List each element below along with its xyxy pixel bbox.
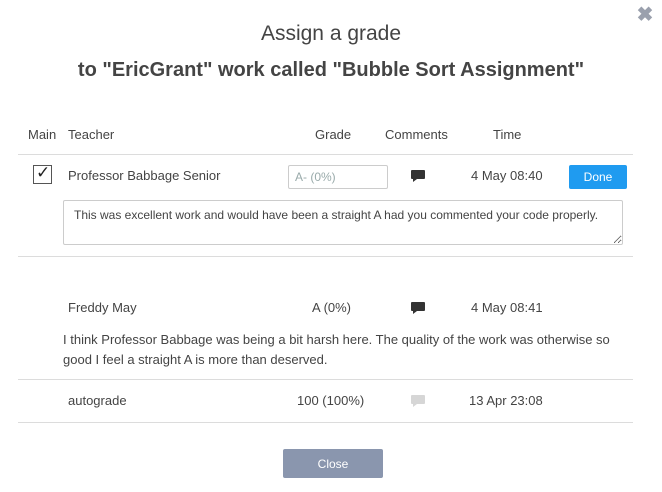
comment-bubble-icon[interactable] (410, 169, 426, 183)
dialog-title: Assign a grade (260, 22, 402, 45)
column-header-main: Main (28, 127, 57, 142)
comment-bubble-icon (411, 395, 425, 407)
close-button[interactable]: Close (283, 449, 383, 478)
teacher-name: autograde (68, 393, 127, 408)
column-header-time: Time (493, 127, 522, 142)
checkmark-icon: ✓ (36, 163, 51, 182)
done-button[interactable]: Done (569, 165, 627, 189)
grade-input[interactable] (288, 165, 388, 189)
grade-value: 100 (100%) (297, 393, 365, 408)
header-divider (18, 154, 633, 155)
dialog-subtitle: to "EricGrant" work called "Bubble Sort … (77, 59, 585, 81)
teacher-name: Professor Babbage Senior (68, 168, 221, 183)
grade-value: A (0%) (312, 300, 352, 315)
comment-textarea[interactable] (63, 200, 623, 245)
column-header-teacher: Teacher (68, 127, 115, 142)
comment-bubble-icon[interactable] (410, 301, 426, 315)
grade-time: 4 May 08:41 (471, 300, 543, 315)
comment-text: I think Professor Babbage was being a bi… (63, 332, 610, 367)
main-checkbox[interactable]: ✓ (33, 163, 52, 184)
grade-time: 4 May 08:40 (471, 168, 543, 183)
grade-time: 13 Apr 23:08 (469, 393, 543, 408)
row-divider (18, 256, 633, 257)
teacher-name: Freddy May (68, 300, 137, 315)
column-header-comments: Comments (385, 127, 448, 142)
row-divider (18, 379, 633, 380)
column-header-grade: Grade (315, 127, 352, 142)
row-divider (18, 422, 633, 423)
